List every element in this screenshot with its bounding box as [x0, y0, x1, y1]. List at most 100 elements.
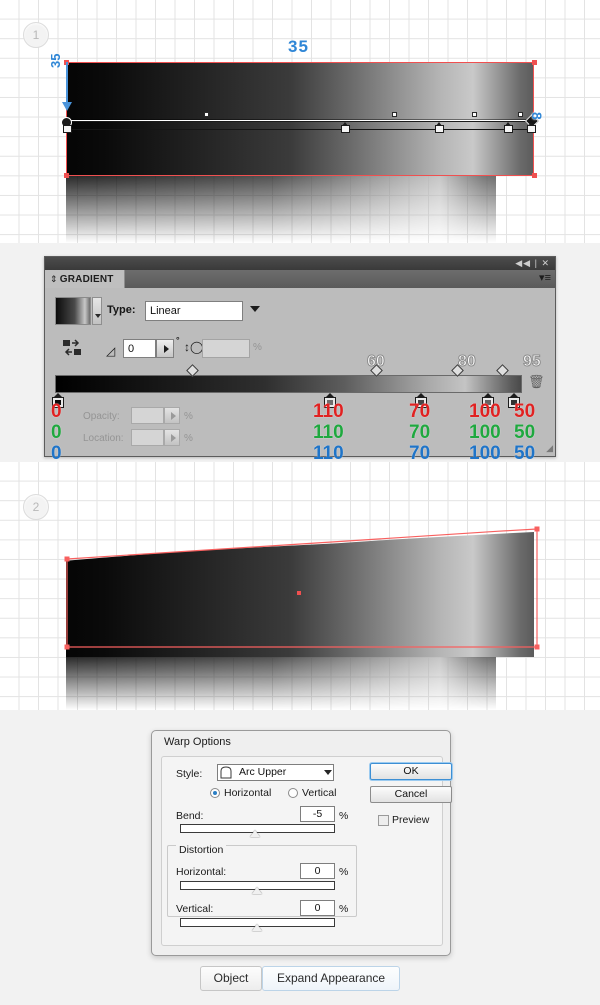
- opacity-input[interactable]: [131, 407, 164, 424]
- page-root: 35 35 8 1 ◀◀ | ✕ ⇕GRADIENT ▾≡ Type: Line…: [0, 0, 600, 1005]
- gradient-slider-strip[interactable]: [55, 375, 522, 393]
- stop-r-value: 70: [409, 401, 430, 422]
- gradient-preview-swatch[interactable]: [55, 297, 91, 325]
- location-stepper[interactable]: [164, 429, 180, 446]
- angle-icon: ◿: [106, 344, 115, 358]
- gradient-midpoint-marker[interactable]: [392, 112, 397, 117]
- stop-g-value: 50: [514, 422, 535, 443]
- stop-g-value: 100: [469, 422, 501, 443]
- distortion-group-label: Distortion: [176, 844, 226, 856]
- gradient-midpoint-marker[interactable]: [472, 112, 477, 117]
- gradient-stop-handle[interactable]: [341, 122, 350, 133]
- preview-label: Preview: [392, 814, 429, 826]
- chevron-right-icon: [164, 345, 169, 353]
- type-select[interactable]: Linear: [145, 301, 243, 321]
- distortion-vertical-percent: %: [339, 903, 348, 915]
- collapse-icon[interactable]: ◀◀: [515, 258, 531, 268]
- chevron-down-icon: [95, 314, 101, 318]
- gradient-panel-body: Type: Linear ◿ 0 ° ↕◯ %: [45, 288, 555, 456]
- style-chevron-down-icon[interactable]: [324, 770, 332, 775]
- stop-location-label: 80: [458, 353, 476, 371]
- panel-window-controls[interactable]: ◀◀ | ✕: [515, 258, 550, 269]
- measure-label-right: 8: [529, 112, 545, 120]
- aspect-ratio-icon: ↕◯: [184, 340, 203, 354]
- aspect-ratio-input[interactable]: [202, 339, 250, 358]
- object-menu-button[interactable]: Object: [200, 966, 262, 991]
- warp-dialog-title: Warp Options: [164, 736, 231, 748]
- opacity-label: Opacity:: [83, 411, 120, 422]
- orientation-horizontal-label: Horizontal: [224, 787, 271, 799]
- delete-stop-icon[interactable]: 🗑: [528, 374, 545, 390]
- opacity-percent-label: %: [184, 411, 193, 422]
- panel-resize-grip[interactable]: ◢: [546, 443, 552, 454]
- measure-arrow-left: [66, 62, 68, 106]
- orientation-horizontal-radio[interactable]: [210, 788, 220, 798]
- type-chevron-down-icon[interactable]: [250, 306, 260, 312]
- stop-location-label: 60: [367, 353, 385, 371]
- preview-checkbox[interactable]: [378, 815, 389, 826]
- location-input[interactable]: [131, 429, 164, 446]
- stop-b-value: 50: [514, 443, 535, 464]
- panel-menu-icon[interactable]: ▾≡: [539, 273, 551, 284]
- distortion-vertical-slider-thumb[interactable]: [252, 924, 262, 931]
- warp-style-preview-icon: [220, 766, 233, 779]
- artboard-step-1: 35 35 8 1: [0, 0, 600, 243]
- aspect-percent-label: %: [253, 342, 262, 353]
- gradient-annotator-baseline: [66, 129, 534, 130]
- selection-anchor-bl[interactable]: [64, 173, 69, 178]
- stop-rgb-readout: 0 0 0: [51, 401, 62, 464]
- bend-input[interactable]: -5: [300, 806, 335, 822]
- expand-appearance-button[interactable]: Expand Appearance: [262, 966, 400, 991]
- distortion-horizontal-slider-thumb[interactable]: [252, 887, 262, 894]
- panel-titlebar[interactable]: ◀◀ | ✕: [45, 257, 555, 270]
- location-label: Location:: [83, 433, 124, 444]
- stop-b-value: 110: [313, 443, 344, 464]
- stop-r-value: 0: [51, 401, 62, 422]
- step-badge-1: 1: [23, 22, 49, 48]
- stop-rgb-readout: 50 50 50: [514, 401, 535, 464]
- angle-input[interactable]: 0: [123, 339, 156, 358]
- close-icon[interactable]: ✕: [541, 258, 550, 268]
- orientation-vertical-radio[interactable]: [288, 788, 298, 798]
- gradient-panel: ◀◀ | ✕ ⇕GRADIENT ▾≡ Type: Linear ◿: [44, 256, 556, 457]
- stop-r-value: 110: [313, 401, 344, 422]
- selection-anchor-tr[interactable]: [532, 60, 537, 65]
- bend-slider-thumb[interactable]: [250, 830, 260, 837]
- gradient-annotator-line[interactable]: [66, 120, 534, 121]
- type-label: Type:: [107, 304, 136, 316]
- style-label: Style:: [176, 768, 202, 780]
- stop-r-value: 100: [469, 401, 501, 422]
- step-badge-2: 2: [23, 494, 49, 520]
- distortion-vertical-input[interactable]: 0: [300, 900, 335, 916]
- warp-center-point[interactable]: [297, 591, 301, 595]
- stop-rgb-readout: 100 100 100: [469, 401, 501, 464]
- stop-b-value: 0: [51, 443, 62, 464]
- angle-stepper[interactable]: [156, 339, 174, 358]
- bend-label: Bend:: [176, 810, 203, 822]
- stop-r-value: 50: [514, 401, 535, 422]
- measure-label-top: 35: [288, 37, 309, 57]
- tab-gradient[interactable]: ⇕GRADIENT: [45, 270, 125, 288]
- panel-dock-icon: ⇕: [50, 274, 58, 284]
- gradient-swatch-dropdown[interactable]: [92, 297, 102, 325]
- style-select[interactable]: Arc Upper: [217, 764, 334, 781]
- distortion-horizontal-input[interactable]: 0: [300, 863, 335, 879]
- opacity-stepper[interactable]: [164, 407, 180, 424]
- gradient-stop-handle[interactable]: [504, 122, 513, 133]
- gradient-stop-handle[interactable]: [63, 122, 72, 133]
- stop-g-value: 110: [313, 422, 344, 443]
- stop-rgb-readout: 110 110 110: [313, 401, 344, 464]
- stop-b-value: 100: [469, 443, 501, 464]
- gradient-stop-handle[interactable]: [527, 122, 536, 133]
- selection-anchor-br[interactable]: [532, 173, 537, 178]
- cancel-button[interactable]: Cancel: [370, 786, 452, 803]
- stop-b-value: 70: [409, 443, 430, 464]
- location-percent-label: %: [184, 433, 193, 444]
- reverse-gradient-icon[interactable]: [62, 338, 82, 358]
- gradient-midpoint-marker[interactable]: [204, 112, 209, 117]
- ok-button[interactable]: OK: [370, 763, 452, 780]
- gradient-stop-handle[interactable]: [435, 122, 444, 133]
- gradient-midpoint-marker[interactable]: [518, 112, 523, 117]
- panel-tabbar: ⇕GRADIENT ▾≡: [45, 270, 555, 288]
- gradient-rectangle-step1[interactable]: [66, 62, 534, 176]
